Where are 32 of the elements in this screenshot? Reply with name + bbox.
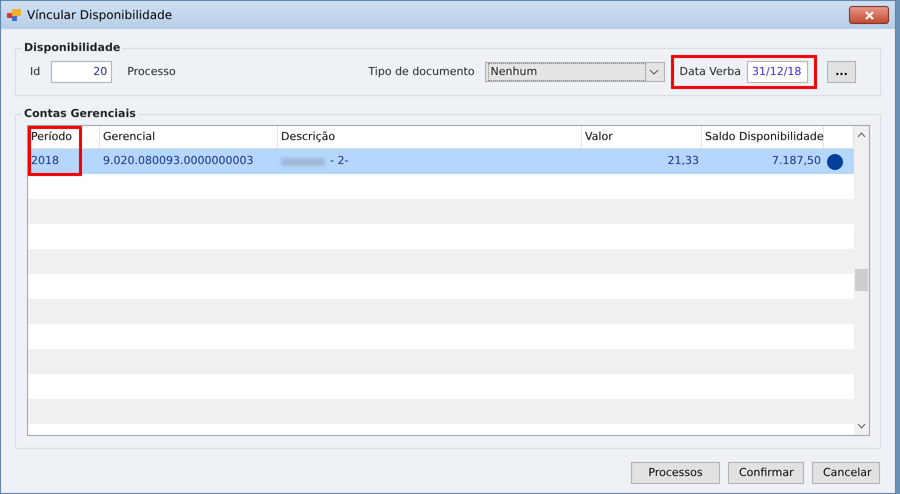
close-button[interactable] — [849, 6, 889, 24]
id-field[interactable]: 20 — [51, 61, 112, 83]
browse-button[interactable]: ... — [827, 61, 856, 83]
column-header[interactable]: Gerencial — [100, 126, 278, 148]
group-title: Disponibilidade — [22, 40, 122, 56]
dialog-button[interactable]: Confirmar — [728, 462, 804, 484]
scroll-thumb[interactable] — [855, 269, 868, 291]
window-title: Víncular Disponibilidade — [27, 7, 172, 24]
tipo-documento-dropdown[interactable]: Nenhum — [484, 62, 665, 82]
id-label: Id — [30, 64, 40, 80]
close-icon — [864, 10, 874, 20]
processo-label: Processo — [127, 64, 176, 80]
column-header[interactable]: Saldo Disponibilidade — [702, 126, 824, 148]
table-row[interactable]: 2018 9.020.080093.0000000003 - 2- 21,33 7.187,50 — [28, 149, 854, 174]
column-header[interactable]: Descrição — [278, 126, 582, 148]
table-cell-text: 9.020.080093.0000000003 — [103, 153, 254, 170]
scroll-down-icon[interactable] — [857, 423, 866, 429]
table-cell-text: 2018 — [31, 153, 59, 170]
column-header[interactable]: Valor — [582, 126, 702, 148]
dialog-button[interactable]: Processos — [631, 462, 720, 484]
dialog-button[interactable]: Cancelar — [812, 462, 880, 484]
scroll-up-icon[interactable] — [857, 132, 866, 138]
table-cell-text: 7.187,50 — [772, 153, 821, 170]
app-icon — [7, 9, 21, 21]
table-cell-text: 21,33 — [668, 153, 699, 170]
table-cell-text: - 2- — [330, 153, 348, 170]
data-verba-label: Data Verba — [680, 64, 741, 80]
column-header[interactable]: Período — [28, 126, 100, 148]
vertical-scrollbar[interactable] — [854, 126, 869, 435]
data-verba-field[interactable]: 31/12/18 — [747, 61, 808, 83]
chevron-down-icon — [648, 69, 659, 75]
tipo-documento-label: Tipo de documento — [368, 64, 475, 80]
